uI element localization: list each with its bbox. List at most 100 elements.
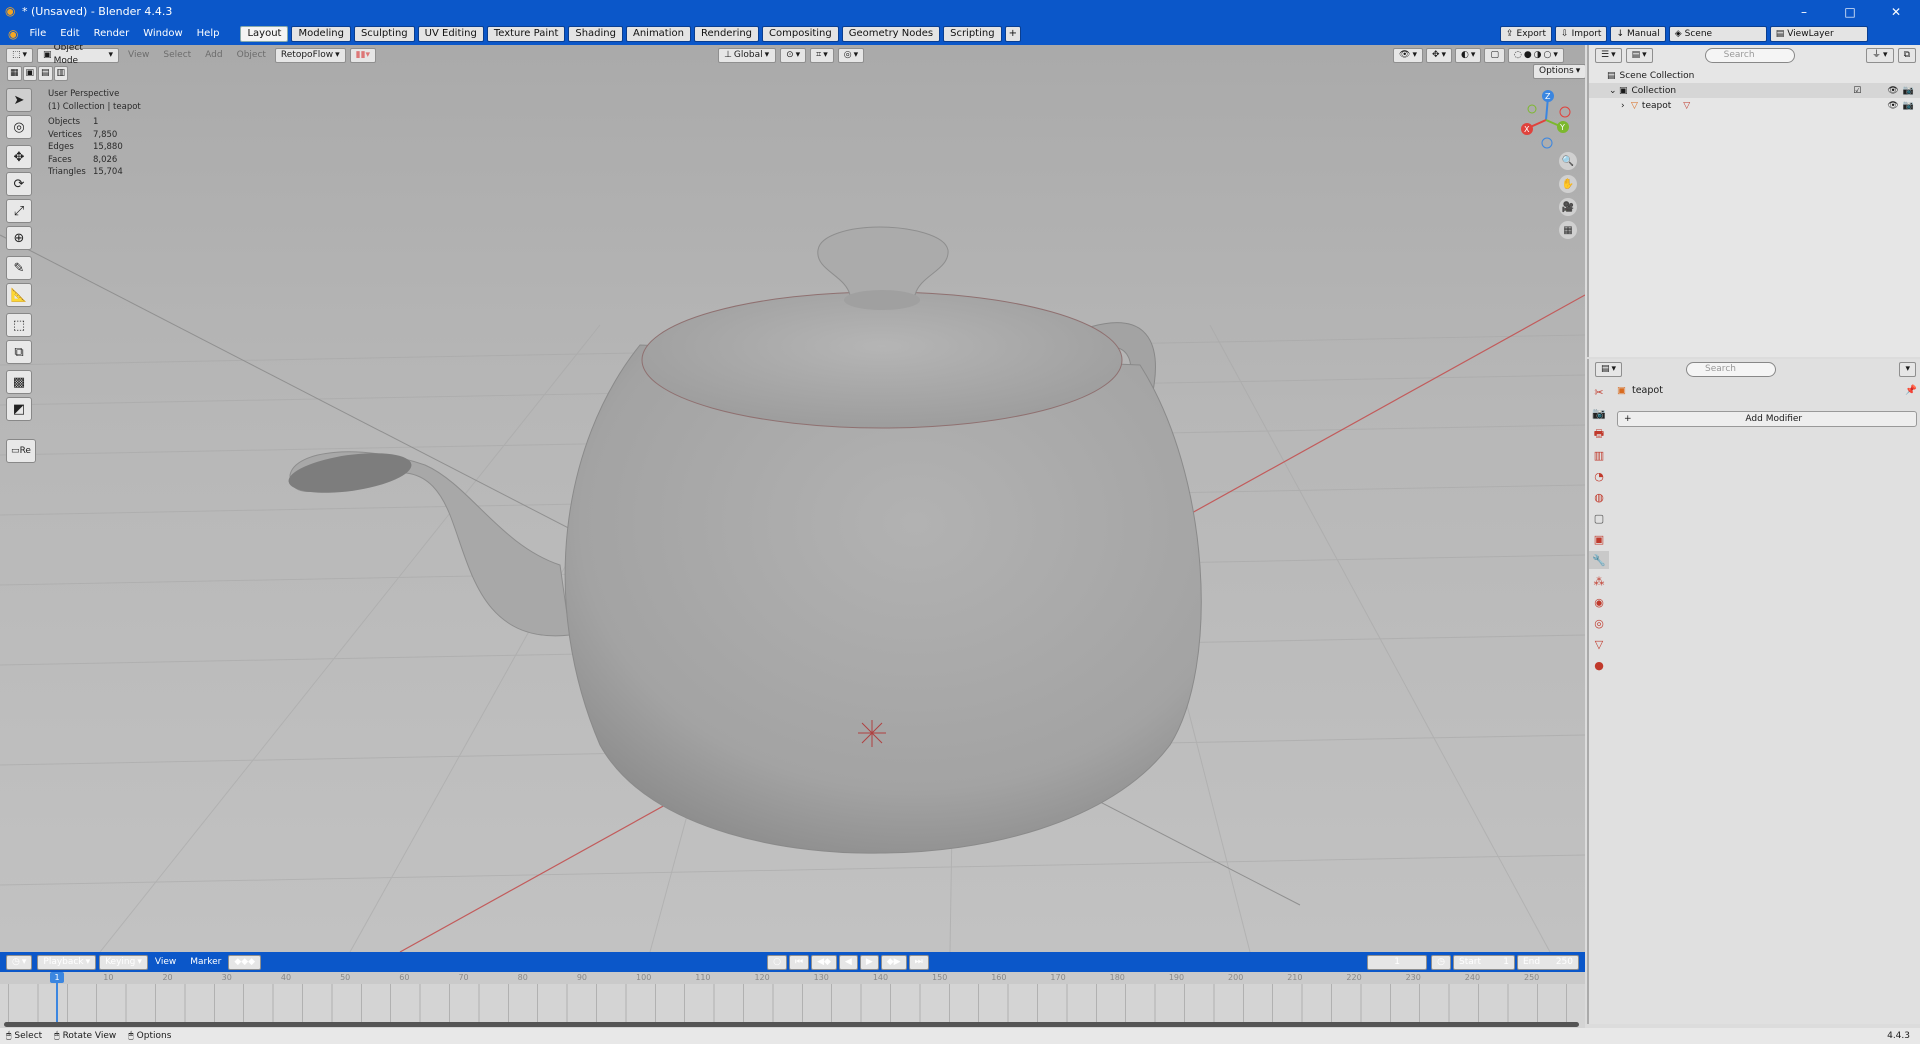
- perspective-toggle-icon[interactable]: ▦: [1559, 221, 1577, 239]
- camera-view-icon[interactable]: 🎥: [1559, 198, 1577, 216]
- keying-menu[interactable]: Keying ▾: [99, 954, 148, 970]
- play-button[interactable]: ▶: [859, 954, 879, 970]
- world-tab-icon[interactable]: ◍: [1589, 488, 1609, 506]
- options-button[interactable]: Options ▾: [1533, 64, 1585, 79]
- keyframe-buttons[interactable]: ◆◆◆: [228, 954, 262, 970]
- render-tab-icon[interactable]: 📷: [1589, 404, 1609, 422]
- tab-texture-paint[interactable]: Texture Paint: [486, 26, 566, 42]
- tab-compositing[interactable]: Compositing: [762, 26, 839, 42]
- marker-menu[interactable]: Marker: [183, 951, 228, 973]
- menu-help[interactable]: Help: [190, 23, 227, 45]
- end-frame-field[interactable]: End 250: [1517, 954, 1579, 970]
- pan-hand-icon[interactable]: ✋: [1559, 175, 1577, 193]
- scene-selector[interactable]: ◈ Scene: [1668, 26, 1767, 42]
- display-mode-button[interactable]: ▤ ▾: [1625, 47, 1653, 63]
- menu-window[interactable]: Window: [136, 23, 189, 45]
- current-frame-field[interactable]: 1: [1367, 954, 1428, 970]
- tab-sculpting[interactable]: Sculpting: [353, 26, 415, 42]
- preview-range-button[interactable]: ◷: [1431, 954, 1451, 970]
- pivot-button[interactable]: ⊙ ▾: [780, 47, 807, 63]
- select-extend-icon[interactable]: ▣: [22, 66, 38, 81]
- retopoflow-brush-icon[interactable]: ◩: [6, 397, 32, 421]
- jump-end-button[interactable]: ⏭: [908, 954, 929, 970]
- orientation-selector[interactable]: ⊥ Global ▾: [718, 47, 777, 63]
- outliner-search-input[interactable]: Search: [1704, 47, 1795, 63]
- tab-geometry-nodes[interactable]: Geometry Nodes: [841, 26, 941, 42]
- object-visibility-eye-icon[interactable]: 👁: [1887, 101, 1898, 111]
- select-subtract-icon[interactable]: ▤: [38, 66, 53, 81]
- move-tool-icon[interactable]: ✥: [6, 145, 32, 169]
- tab-shading[interactable]: Shading: [568, 26, 623, 42]
- menu-object[interactable]: Object: [232, 50, 271, 60]
- retopoflow-tool-icon[interactable]: ▩: [6, 370, 32, 394]
- tab-scripting[interactable]: Scripting: [943, 26, 1002, 42]
- add-mesh-tool-icon[interactable]: ⧉: [6, 340, 32, 364]
- properties-editor-type-button[interactable]: ▤ ▾: [1595, 361, 1623, 377]
- minimize-button[interactable]: –: [1781, 0, 1827, 23]
- expand-object-icon[interactable]: ›: [1621, 101, 1631, 111]
- blender-menu-icon[interactable]: ◉: [0, 27, 22, 41]
- add-cube-tool-icon[interactable]: ⬚: [6, 313, 32, 337]
- properties-options-button[interactable]: ▾: [1899, 361, 1916, 377]
- manual-button[interactable]: ↓ Manual: [1610, 26, 1666, 42]
- tab-layout[interactable]: Layout: [240, 26, 289, 42]
- retopoflow-tools-button[interactable]: ▮▮▾: [349, 47, 377, 63]
- import-button[interactable]: ⇩ Import: [1555, 26, 1608, 42]
- pin-icon[interactable]: 📌: [1905, 385, 1917, 396]
- menu-file[interactable]: File: [22, 23, 53, 45]
- menu-render[interactable]: Render: [87, 23, 137, 45]
- constraints-tab-icon[interactable]: ◎: [1589, 614, 1609, 632]
- filter-button[interactable]: ⏚ ▾: [1866, 47, 1894, 63]
- object-tab-icon[interactable]: ▣: [1589, 530, 1609, 548]
- gizmo-button[interactable]: ✥ ▾: [1425, 48, 1453, 63]
- data-tab-icon[interactable]: ▽: [1589, 635, 1609, 653]
- rotate-tool-icon[interactable]: ⟳: [6, 172, 32, 196]
- select-tool-icon[interactable]: ➤: [6, 88, 32, 112]
- tab-animation[interactable]: Animation: [625, 26, 691, 42]
- snap-button[interactable]: ⌗ ▾: [810, 47, 834, 63]
- tab-rendering[interactable]: Rendering: [693, 26, 760, 42]
- visibility-button[interactable]: 👁 ▾: [1393, 48, 1423, 63]
- outliner-row-collection[interactable]: ⌄ ▣ Collection ☑ 👁 📷: [1589, 83, 1920, 98]
- measure-tool-icon[interactable]: 📐: [6, 283, 32, 307]
- play-reverse-button[interactable]: ◀: [838, 954, 858, 970]
- zoom-icon[interactable]: 🔍: [1559, 152, 1577, 170]
- physics-tab-icon[interactable]: ◉: [1589, 593, 1609, 611]
- new-collection-button[interactable]: ⧉: [1897, 47, 1916, 63]
- add-modifier-button[interactable]: + Add Modifier: [1617, 411, 1917, 427]
- scale-tool-icon[interactable]: ⤢: [6, 199, 32, 223]
- playback-menu[interactable]: Playback ▾: [37, 954, 97, 970]
- timeline-scrollbar[interactable]: [4, 1022, 1579, 1027]
- scene-tab-icon[interactable]: ◔: [1589, 467, 1609, 485]
- frame-ruler[interactable]: 1102030405060708090100110120130140150160…: [0, 972, 1585, 984]
- add-workspace-button[interactable]: +: [1004, 26, 1021, 42]
- auto-key-button[interactable]: ○: [767, 954, 787, 970]
- retopoflow-button[interactable]: RetopoFlow ▾: [274, 47, 346, 63]
- properties-search-input[interactable]: Search: [1686, 361, 1777, 377]
- next-keyframe-button[interactable]: ◆▶: [880, 954, 907, 970]
- menu-select[interactable]: Select: [158, 50, 196, 60]
- view-layer-tab-icon[interactable]: ▥: [1589, 446, 1609, 464]
- material-tab-icon[interactable]: ●: [1589, 656, 1609, 674]
- modifier-tab-icon[interactable]: 🔧: [1589, 551, 1609, 569]
- last-operator-panel[interactable]: ▭ Re: [6, 439, 36, 463]
- menu-edit[interactable]: Edit: [53, 23, 86, 45]
- menu-view[interactable]: View: [123, 50, 154, 60]
- proportional-edit-button[interactable]: ◎ ▾: [837, 47, 865, 63]
- shading-modes[interactable]: ◌ ● ◑ ○ ▾: [1507, 48, 1564, 63]
- tab-uv-editing[interactable]: UV Editing: [417, 26, 484, 42]
- outliner-row-scene-collection[interactable]: ▤ Scene Collection: [1589, 68, 1920, 83]
- timeline-area[interactable]: 1102030405060708090100110120130140150160…: [0, 972, 1585, 1028]
- view-layer-selector[interactable]: ▤ ViewLayer: [1769, 26, 1868, 42]
- close-button[interactable]: ✕: [1873, 0, 1919, 23]
- menu-add[interactable]: Add: [200, 50, 227, 60]
- object-render-camera-icon[interactable]: 📷: [1903, 101, 1914, 111]
- xray-button[interactable]: ▢: [1484, 48, 1505, 63]
- select-new-icon[interactable]: ▦: [7, 66, 22, 81]
- timeline-editor-type-button[interactable]: ◷ ▾: [6, 954, 33, 970]
- transform-tool-icon[interactable]: ⊕: [6, 226, 32, 250]
- timeline-view-menu[interactable]: View: [148, 951, 183, 973]
- expand-collection-icon[interactable]: ⌄: [1609, 86, 1619, 96]
- exclude-checkbox-icon[interactable]: ☑: [1853, 86, 1861, 96]
- tab-modeling[interactable]: Modeling: [291, 26, 351, 42]
